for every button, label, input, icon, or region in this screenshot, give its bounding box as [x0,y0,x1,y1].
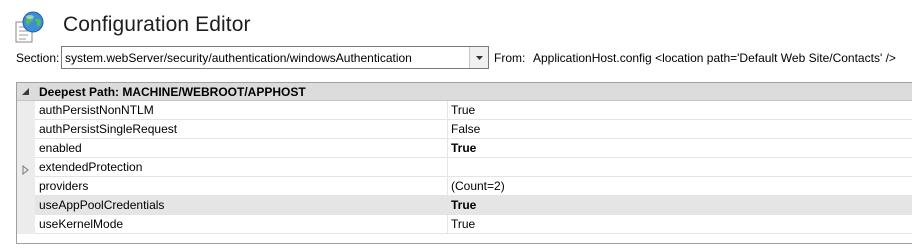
page-title: Configuration Editor [63,13,251,36]
property-row-selected[interactable]: useAppPoolCredentials True [17,196,912,215]
property-grid: Deepest Path: MACHINE/WEBROOT/APPHOST au… [16,82,912,244]
group-title: Deepest Path: MACHINE/WEBROOT/APPHOST [39,85,306,99]
property-name: providers [39,179,89,193]
property-row[interactable]: providers (Count=2) [17,177,912,196]
section-dropdown[interactable]: system.webServer/security/authentication… [61,46,489,69]
property-row[interactable]: authPersistSingleRequest False [17,120,912,139]
column-divider [447,158,448,177]
expand-triangle-icon[interactable] [22,162,30,176]
property-value[interactable]: False [451,122,480,136]
column-divider [447,101,448,120]
column-divider [447,120,448,139]
row-gutter [17,158,35,177]
column-divider [447,139,448,158]
collapse-triangle-icon[interactable] [21,85,31,97]
group-header[interactable]: Deepest Path: MACHINE/WEBROOT/APPHOST [17,83,912,101]
property-name: authPersistSingleRequest [39,122,178,136]
property-name: enabled [39,141,82,155]
row-gutter [17,177,35,196]
property-value[interactable]: True [451,198,476,212]
property-value[interactable]: True [451,103,475,117]
globe-document-icon [14,10,46,44]
property-name: useAppPoolCredentials [39,198,165,212]
row-gutter [17,101,35,120]
section-value: system.webServer/security/authentication… [65,51,412,65]
from-value: ApplicationHost.config <location path='D… [533,51,896,65]
property-row[interactable]: authPersistNonNTLM True [17,101,912,120]
dropdown-arrow-icon[interactable] [469,47,488,68]
page-header: Configuration Editor [0,0,912,46]
row-gutter [17,196,35,215]
section-bar: Section: system.webServer/security/authe… [0,46,912,72]
property-value[interactable]: True [451,217,475,231]
row-gutter [17,139,35,158]
property-name: authPersistNonNTLM [39,103,154,117]
property-row[interactable]: enabled True [17,139,912,158]
column-divider [447,177,448,196]
property-name: useKernelMode [39,217,124,231]
property-name: extendedProtection [39,160,143,174]
from-label: From: [494,51,526,65]
row-gutter [17,120,35,139]
property-value[interactable]: True [451,141,476,155]
property-row[interactable]: useKernelMode True [17,215,912,234]
property-value[interactable]: (Count=2) [451,179,505,193]
column-divider [447,196,448,215]
column-divider [447,215,448,234]
section-label: Section: [16,51,60,65]
row-gutter [17,215,35,234]
property-row[interactable]: extendedProtection [17,158,912,177]
